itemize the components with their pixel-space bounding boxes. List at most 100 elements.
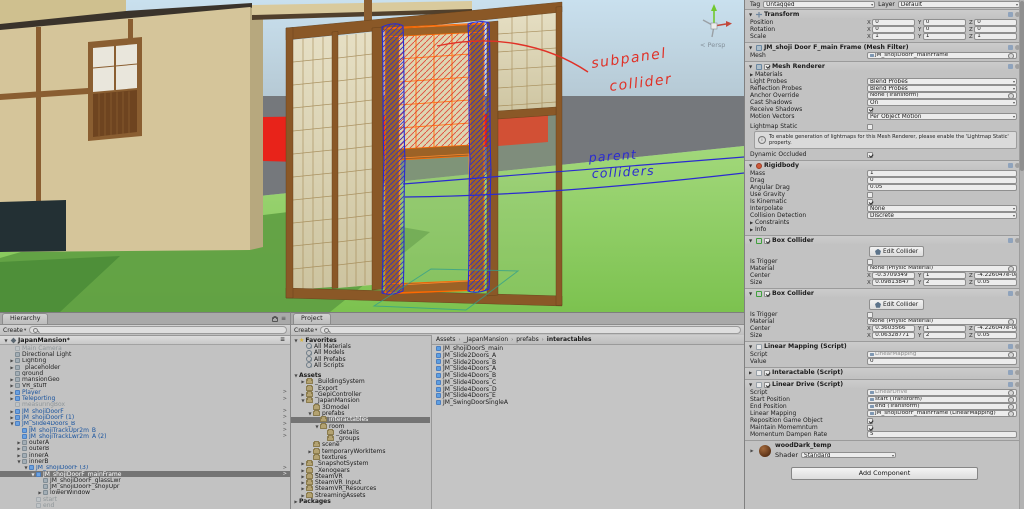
component-enabled-checkbox[interactable]: [764, 291, 770, 297]
prefab-open-arrow[interactable]: >: [283, 427, 287, 433]
gizmo-persp-label[interactable]: < Persp: [700, 41, 725, 49]
layer-dropdown[interactable]: Default: [898, 1, 1020, 8]
object-picker-icon[interactable]: [1008, 93, 1014, 99]
foldout-arrow[interactable]: ▼: [749, 238, 754, 243]
tab-project[interactable]: Project: [293, 313, 331, 324]
vector-field-x[interactable]: 0: [872, 26, 915, 33]
vector-field-z[interactable]: 0.05: [974, 332, 1017, 339]
scene-header-row[interactable]: ▼ JapanMansion* ≡: [0, 336, 290, 345]
object-field[interactable]: LinearDrive: [867, 389, 1017, 396]
object-picker-icon[interactable]: [1008, 53, 1014, 59]
scene-options-icon[interactable]: ≡: [280, 337, 285, 343]
checkbox[interactable]: [867, 425, 873, 431]
dropdown-field[interactable]: On: [867, 99, 1017, 106]
project-folder-packages[interactable]: ▶Packages: [291, 498, 430, 504]
component-header-box-collider-1[interactable]: ▼Box Collider: [745, 236, 1024, 245]
checkbox[interactable]: [867, 107, 873, 113]
inspector-scrollbar[interactable]: [1019, 0, 1024, 509]
component-header-linear-drive[interactable]: ▼Linear Drive (Script): [745, 380, 1024, 389]
breadcrumb-segment-assets[interactable]: Assets: [436, 336, 456, 343]
object-picker-icon[interactable]: [1008, 390, 1014, 396]
checkbox[interactable]: [867, 199, 873, 205]
value-field[interactable]: 0.05: [867, 184, 1017, 191]
add-component-button[interactable]: Add Component: [791, 467, 978, 480]
foldout-arrow[interactable]: ▼: [749, 163, 754, 168]
object-picker-icon[interactable]: [1008, 319, 1014, 325]
vector-field-x[interactable]: 0.3603566: [872, 325, 915, 332]
prefab-open-arrow[interactable]: >: [283, 414, 287, 420]
vector-field-x[interactable]: 0.09813847: [872, 279, 915, 286]
object-picker-icon[interactable]: [1008, 411, 1014, 417]
shader-dropdown[interactable]: Standard: [801, 452, 896, 459]
component-enabled-checkbox[interactable]: [764, 64, 770, 70]
object-field[interactable]: end (Transform): [867, 403, 1017, 410]
dropdown-field[interactable]: Discrete: [867, 212, 1017, 219]
vector-field-x[interactable]: -0.3709349: [872, 272, 915, 279]
component-header-mesh-filter[interactable]: ▼JM_shoji Door F_main Frame (Mesh Filter…: [745, 43, 1024, 52]
object-field[interactable]: JM_shojiDoorF_mainFrame (LinearMapping): [867, 410, 1017, 417]
help-book-icon[interactable]: [1008, 238, 1013, 243]
component-header-rigidbody[interactable]: ▼Rigidbody: [745, 161, 1024, 170]
help-book-icon[interactable]: [1008, 45, 1013, 50]
tab-hierarchy[interactable]: Hierarchy: [2, 313, 48, 324]
vector-field-z[interactable]: -4.226047e-08: [974, 272, 1017, 279]
vector-field-z[interactable]: 0.05: [974, 279, 1017, 286]
component-header-interactable[interactable]: ▶Interactable (Script): [745, 368, 1024, 377]
object-field[interactable]: None (Physic Material): [867, 265, 1017, 272]
component-header-mesh-renderer[interactable]: ▼Mesh Renderer: [745, 62, 1024, 71]
checkbox[interactable]: [867, 418, 873, 424]
value-field[interactable]: 1: [867, 170, 1017, 177]
prefab-open-arrow[interactable]: >: [283, 471, 287, 477]
vector-field-y[interactable]: 2: [923, 332, 966, 339]
object-picker-icon[interactable]: [1008, 397, 1014, 403]
object-field[interactable]: None (Physic Material): [867, 318, 1017, 325]
vector-field-z[interactable]: 1: [974, 33, 1017, 40]
dropdown-field[interactable]: Blend Probes: [867, 85, 1017, 92]
dropdown-field[interactable]: Blend Probes: [867, 78, 1017, 85]
vector-field-y[interactable]: 0: [923, 26, 966, 33]
vector-field-z[interactable]: 0: [974, 26, 1017, 33]
prefab-open-arrow[interactable]: >: [283, 421, 287, 427]
edit-collider-button[interactable]: Edit Collider: [869, 246, 924, 257]
vector-field-x[interactable]: 0: [872, 19, 915, 26]
prefab-open-arrow[interactable]: >: [283, 389, 287, 395]
object-field[interactable]: JM_shojiDoorF_mainFrame: [867, 52, 1017, 59]
help-book-icon[interactable]: [1008, 370, 1013, 375]
prefab-open-arrow[interactable]: >: [283, 433, 287, 439]
foldout-arrow[interactable]: ▼: [749, 45, 754, 50]
vector-field-y[interactable]: 2: [923, 279, 966, 286]
checkbox[interactable]: [867, 152, 873, 158]
hierarchy-item-end[interactable]: end: [0, 502, 290, 508]
object-picker-icon[interactable]: [1008, 352, 1014, 358]
object-picker-icon[interactable]: [1008, 404, 1014, 410]
vector-field-z[interactable]: 0: [974, 19, 1017, 26]
vector-field-y[interactable]: 1: [923, 272, 966, 279]
component-header-box-collider-2[interactable]: ▼Box Collider: [745, 289, 1024, 298]
scene-view[interactable]: subpanel collider parent colliders: [0, 0, 744, 312]
foldout-arrow[interactable]: ▼: [749, 344, 754, 349]
vector-field-z[interactable]: -4.226047e-08: [974, 325, 1017, 332]
foldout-arrow[interactable]: ▼: [3, 338, 9, 343]
object-picker-icon[interactable]: [1008, 266, 1014, 272]
breadcrumb-segment-interactables[interactable]: interactables: [547, 336, 592, 343]
dropdown-field[interactable]: None: [867, 205, 1017, 212]
project-search-input[interactable]: [320, 326, 741, 335]
help-book-icon[interactable]: [1008, 64, 1013, 69]
foldout-arrow[interactable]: ▼: [749, 291, 754, 296]
breadcrumb-segment-japanmansion[interactable]: _JapanMansion: [464, 336, 509, 343]
material-preview-bar[interactable]: ▶ woodDark_temp Shader Standard: [745, 440, 1024, 460]
component-enabled-checkbox[interactable]: [764, 238, 770, 244]
foldout-arrow[interactable]: ▼: [749, 382, 754, 387]
hierarchy-create-button[interactable]: Create▾: [3, 327, 26, 334]
tag-dropdown[interactable]: Untagged: [763, 1, 875, 8]
help-book-icon[interactable]: [1008, 291, 1013, 296]
prefab-open-arrow[interactable]: >: [283, 408, 287, 414]
prefab-open-arrow[interactable]: >: [283, 465, 287, 471]
component-enabled-checkbox[interactable]: [764, 382, 770, 388]
breadcrumb-segment-prefabs[interactable]: prefabs: [516, 336, 539, 343]
component-enabled-checkbox[interactable]: [764, 370, 770, 376]
gizmo-cube[interactable]: [711, 23, 717, 29]
foldout-arrow[interactable]: ▼: [749, 12, 754, 17]
object-field[interactable]: LinearMapping: [867, 351, 1017, 358]
help-book-icon[interactable]: [1008, 163, 1013, 168]
